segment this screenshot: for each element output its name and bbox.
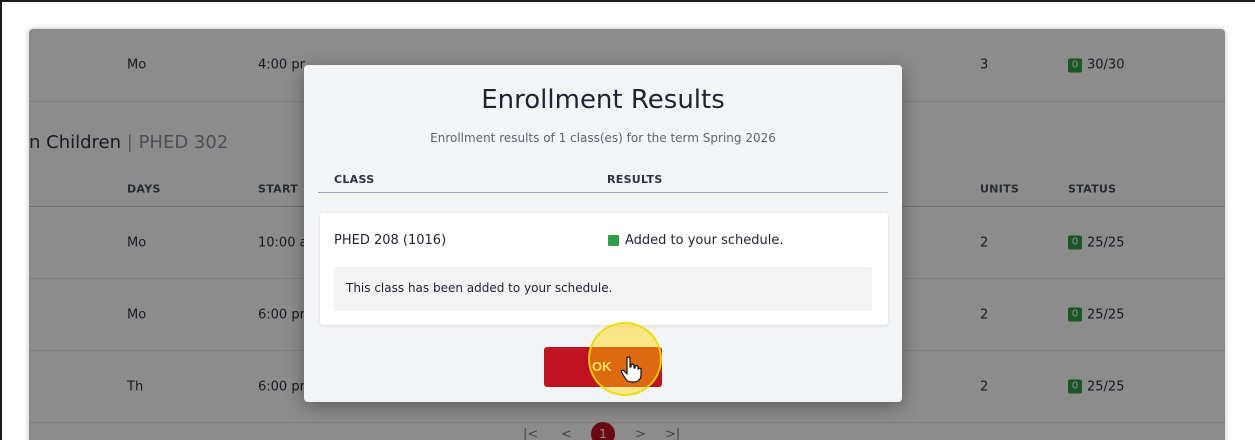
header-class: CLASS <box>334 173 375 186</box>
dialog-title: Enrollment Results <box>481 85 725 115</box>
results-table-header: CLASS RESULTS <box>318 165 888 193</box>
result-item: PHED 208 (1016) Added to your schedule. … <box>320 213 888 325</box>
enrollment-results-dialog: Enrollment Results Enrollment results of… <box>304 65 902 402</box>
result-message: This class has been added to your schedu… <box>334 267 872 311</box>
dialog-subtitle: Enrollment results of 1 class(es) for th… <box>430 131 776 145</box>
success-status-icon <box>608 235 619 246</box>
result-status-text: Added to your schedule. <box>625 233 784 248</box>
result-class-name: PHED 208 (1016) <box>334 233 447 248</box>
ok-button-label: OK <box>592 359 612 374</box>
header-results: RESULTS <box>607 173 663 186</box>
result-status: Added to your schedule. <box>608 233 784 248</box>
ok-button[interactable]: OK <box>544 347 662 387</box>
screen-frame: Mo 4:00 pr 3 0 30/30 n Children | PHED 3… <box>0 0 1255 440</box>
